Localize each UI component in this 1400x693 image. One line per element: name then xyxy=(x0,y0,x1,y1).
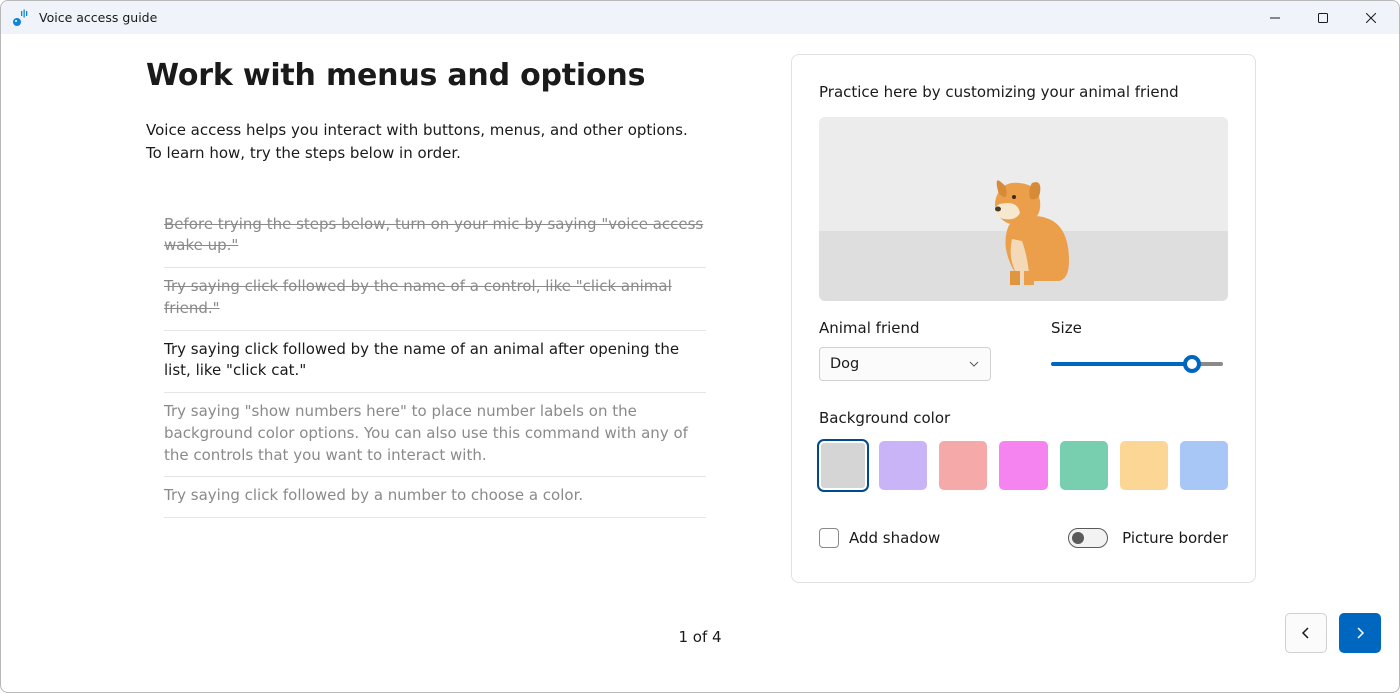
color-swatch-lavender[interactable] xyxy=(879,441,927,490)
color-swatch-salmon[interactable] xyxy=(939,441,987,490)
voice-access-app-icon xyxy=(11,9,29,27)
chevron-left-icon xyxy=(1298,625,1314,641)
color-swatch-light-gray[interactable] xyxy=(819,441,867,490)
color-swatch-sky[interactable] xyxy=(1180,441,1228,490)
add-shadow-field: Add shadow xyxy=(819,528,940,548)
animal-friend-label: Animal friend xyxy=(819,319,991,337)
content-area: Work with menus and options Voice access… xyxy=(1,34,1399,620)
footer: 1 of 4 xyxy=(1,620,1399,692)
practice-heading: Practice here by customizing your animal… xyxy=(819,83,1228,101)
page-title: Work with menus and options xyxy=(146,58,721,93)
picture-border-label: Picture border xyxy=(1122,529,1228,547)
chevron-down-icon xyxy=(968,358,980,370)
animal-friend-value: Dog xyxy=(830,356,859,372)
window-title: Voice access guide xyxy=(39,10,157,25)
size-slider[interactable] xyxy=(1051,347,1223,381)
step-item: Try saying "show numbers here" to place … xyxy=(164,393,706,477)
size-field: Size xyxy=(1051,319,1223,381)
step-item: Try saying click followed by a number to… xyxy=(164,477,706,518)
previous-button[interactable] xyxy=(1285,613,1327,653)
voice-access-guide-window: Voice access guide Work with menus and o… xyxy=(0,0,1400,693)
color-swatch-pink[interactable] xyxy=(999,441,1047,490)
next-button[interactable] xyxy=(1339,613,1381,653)
practice-panel: Practice here by customizing your animal… xyxy=(791,54,1256,583)
color-swatch-peach[interactable] xyxy=(1120,441,1168,490)
size-label: Size xyxy=(1051,319,1223,337)
step-item: Before trying the steps below, turn on y… xyxy=(164,206,706,269)
add-shadow-checkbox[interactable] xyxy=(819,528,839,548)
page-counter: 1 of 4 xyxy=(678,628,721,646)
chevron-right-icon xyxy=(1352,625,1368,641)
color-swatch-mint[interactable] xyxy=(1060,441,1108,490)
step-item: Try saying click followed by the name of… xyxy=(164,268,706,331)
maximize-button[interactable] xyxy=(1299,2,1347,33)
picture-border-toggle[interactable] xyxy=(1068,528,1108,548)
picture-border-field: Picture border xyxy=(1068,528,1228,548)
steps-list: Before trying the steps below, turn on y… xyxy=(146,206,706,519)
animal-friend-combobox[interactable]: Dog xyxy=(819,347,991,381)
nav-buttons xyxy=(1285,613,1381,653)
step-item: Try saying click followed by the name of… xyxy=(164,331,706,394)
background-color-swatches xyxy=(819,441,1228,490)
background-color-label: Background color xyxy=(819,409,1228,427)
close-button[interactable] xyxy=(1347,2,1395,33)
minimize-button[interactable] xyxy=(1251,2,1299,33)
add-shadow-label: Add shadow xyxy=(849,529,940,547)
page-description: Voice access helps you interact with but… xyxy=(146,119,706,166)
dog-illustration xyxy=(954,153,1094,293)
instructions-column: Work with menus and options Voice access… xyxy=(1,58,791,620)
window-controls xyxy=(1251,2,1395,33)
slider-thumb[interactable] xyxy=(1183,355,1201,373)
animal-friend-field: Animal friend Dog xyxy=(819,319,991,381)
window-titlebar: Voice access guide xyxy=(1,1,1399,34)
animal-preview-canvas xyxy=(819,117,1228,301)
